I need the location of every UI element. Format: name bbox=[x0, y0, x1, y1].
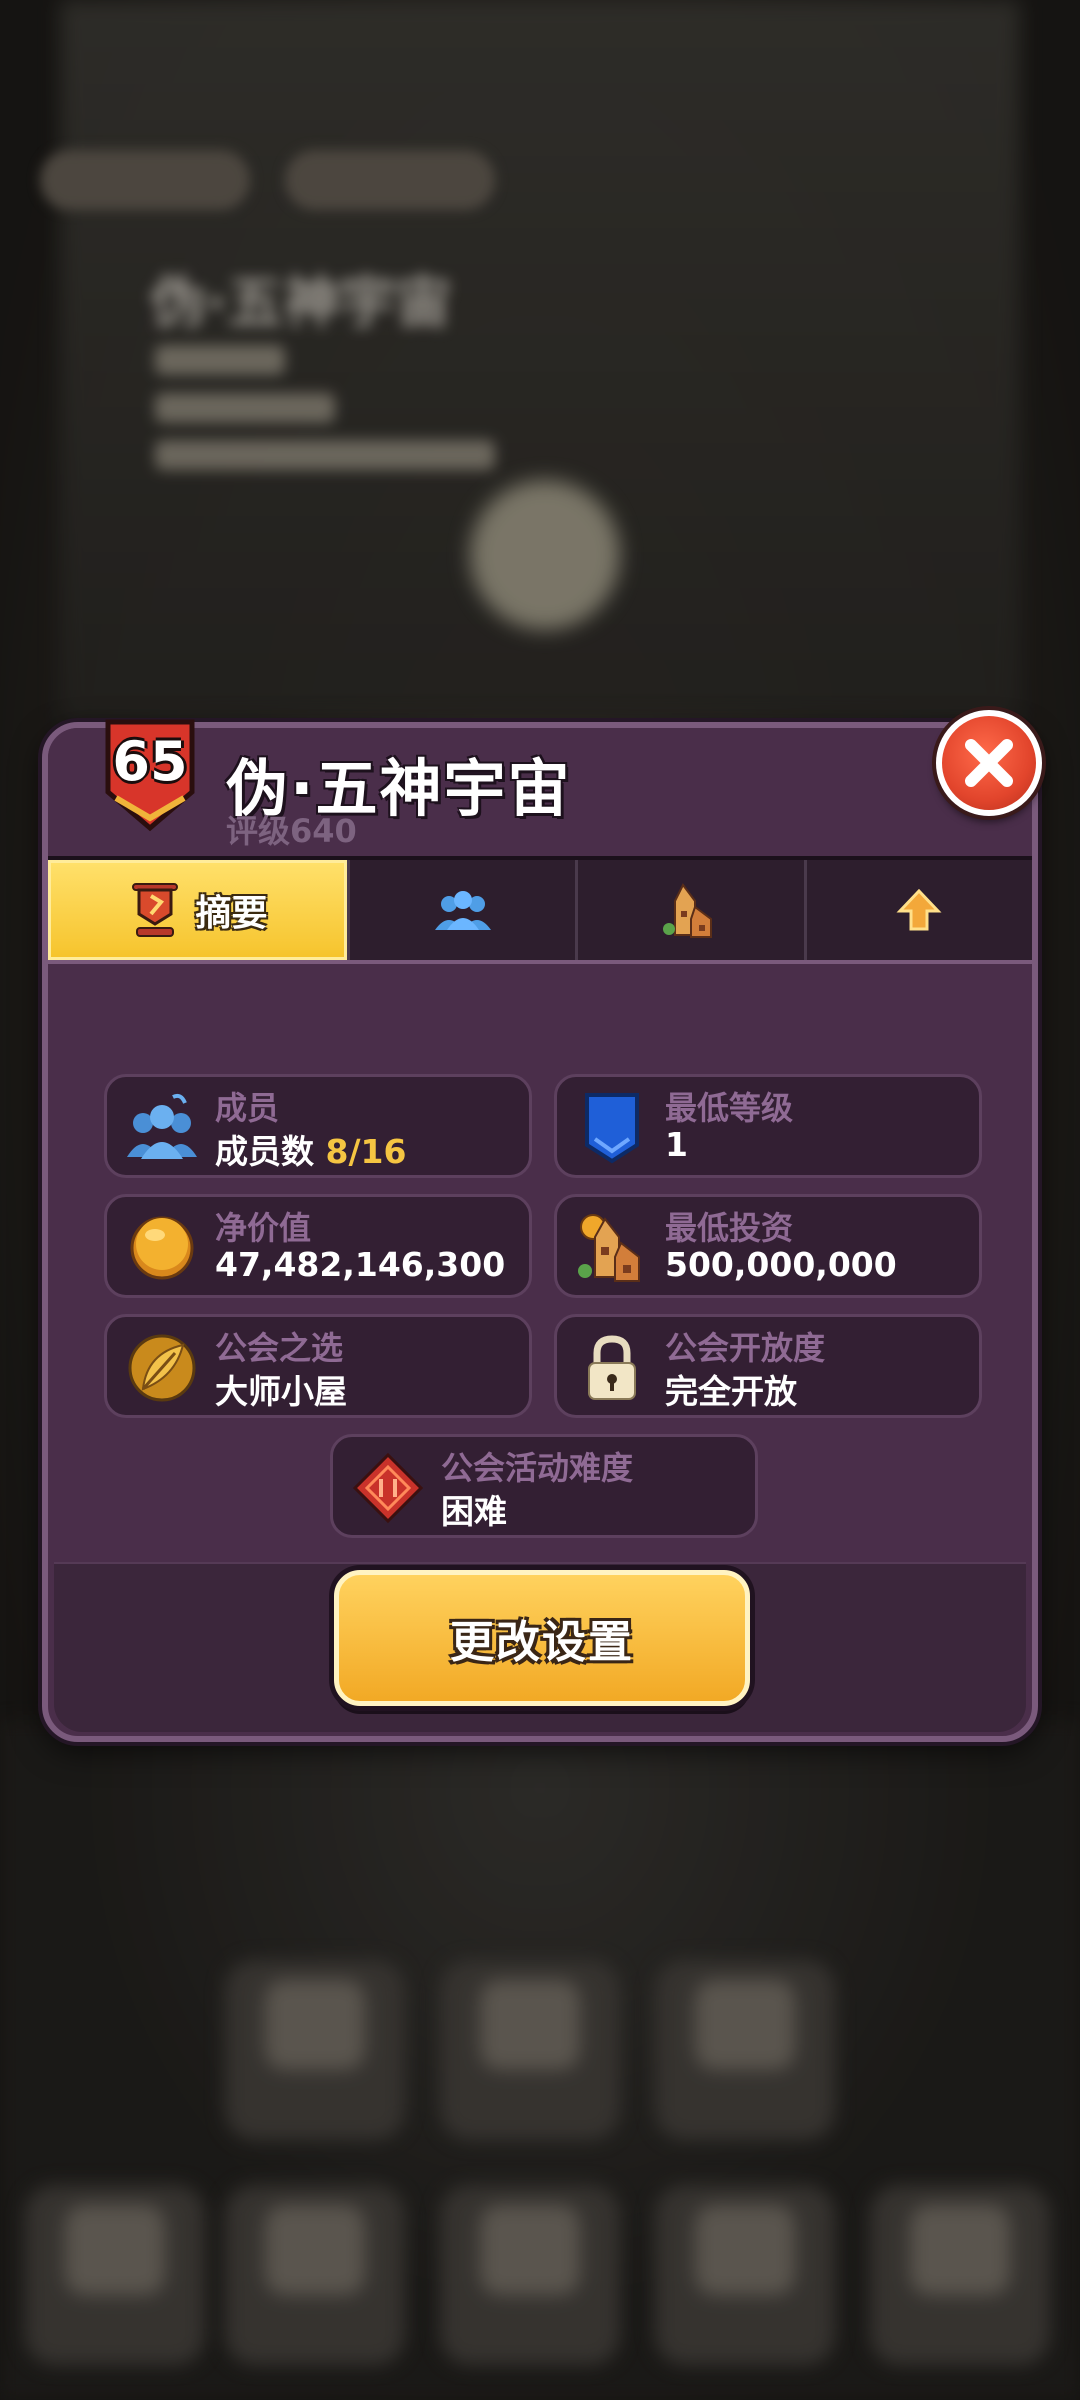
trophy-icon bbox=[132, 883, 179, 937]
change-settings-button[interactable]: 更改设置 bbox=[334, 1570, 750, 1706]
level-badge: 65 bbox=[102, 718, 198, 834]
openness-card: 公会开放度 完全开放 bbox=[554, 1314, 982, 1418]
red-diamond-icon bbox=[351, 1451, 425, 1525]
min-investment-value: 500,000,000 bbox=[665, 1245, 897, 1284]
net-worth-label: 净价值 bbox=[215, 1209, 312, 1247]
members-icon bbox=[125, 1091, 199, 1165]
tab-upgrade[interactable] bbox=[803, 860, 1032, 960]
difficulty-card: 公会活动难度 困难 bbox=[330, 1434, 758, 1538]
min-investment-label: 最低投资 bbox=[665, 1209, 794, 1247]
min-level-label: 最低等级 bbox=[665, 1089, 794, 1127]
members-value: 成员数 8/16 bbox=[215, 1125, 406, 1173]
net-worth-value: 47,482,146,300 bbox=[215, 1245, 506, 1284]
buildings-icon bbox=[662, 883, 712, 938]
min-level-value: 1 bbox=[665, 1125, 688, 1164]
guild-level: 65 bbox=[112, 730, 188, 793]
tab-bar: 摘要 bbox=[48, 856, 1032, 964]
tab-buildings[interactable] bbox=[575, 860, 804, 960]
tab-summary-label: 摘要 bbox=[195, 893, 268, 934]
upgrade-arrow-icon bbox=[896, 888, 942, 931]
tab-members[interactable] bbox=[346, 860, 576, 960]
difficulty-value: 困难 bbox=[441, 1492, 507, 1531]
min-level-card: 最低等级 1 bbox=[554, 1074, 982, 1178]
guild-rating: 评级640 bbox=[226, 812, 357, 850]
difficulty-label: 公会活动难度 bbox=[441, 1449, 634, 1487]
gold-coin-icon bbox=[125, 1211, 199, 1285]
tab-summary[interactable]: 摘要 bbox=[48, 860, 347, 960]
padlock-icon bbox=[575, 1331, 649, 1405]
net-worth-card: 净价值 47,482,146,300 bbox=[104, 1194, 532, 1298]
guild-choice-value: 大师小屋 bbox=[215, 1372, 347, 1411]
close-button[interactable] bbox=[936, 710, 1042, 816]
buildings-icon bbox=[575, 1211, 649, 1285]
members-count: 8/16 bbox=[325, 1132, 407, 1171]
openness-value: 完全开放 bbox=[665, 1372, 797, 1411]
members-label: 成员 bbox=[215, 1089, 280, 1127]
min-investment-card: 最低投资 500,000,000 bbox=[554, 1194, 982, 1298]
guild-choice-card: 公会之选 大师小屋 bbox=[104, 1314, 532, 1418]
panel-header: 65 伪·五神宇宙 评级640 bbox=[48, 710, 1042, 852]
golden-feather-icon bbox=[125, 1331, 199, 1405]
members-icon bbox=[434, 891, 491, 930]
members-prefix: 成员数 bbox=[215, 1132, 326, 1171]
close-icon bbox=[965, 739, 1013, 787]
members-card: 成员 成员数 8/16 bbox=[104, 1074, 532, 1178]
guild-choice-label: 公会之选 bbox=[215, 1329, 344, 1367]
blue-shield-icon bbox=[575, 1091, 649, 1165]
change-settings-label: 更改设置 bbox=[450, 1617, 634, 1668]
guild-info-panel: 65 伪·五神宇宙 评级640 摘要 成员 成员数 8/16 最低等级 1 净价… bbox=[42, 710, 1042, 1742]
openness-label: 公会开放度 bbox=[665, 1329, 826, 1367]
